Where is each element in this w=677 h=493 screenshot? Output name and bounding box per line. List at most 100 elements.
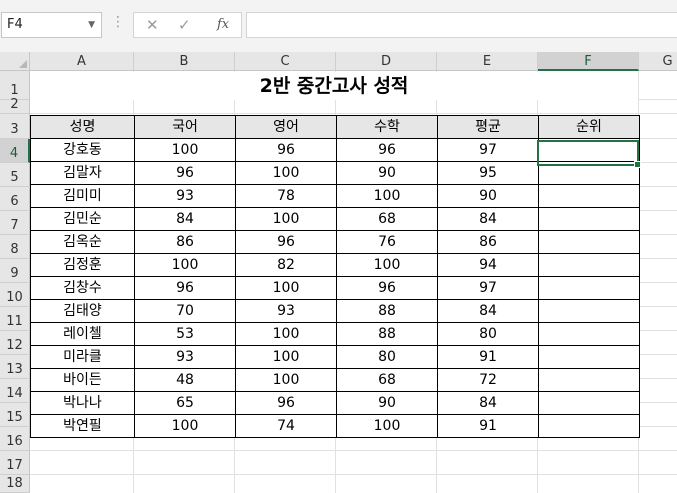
column-header-c[interactable]: C: [235, 52, 336, 71]
table-cell[interactable]: 84: [437, 299, 539, 323]
fx-icon[interactable]: fx: [217, 17, 229, 32]
row-header-16[interactable]: 16: [0, 427, 30, 451]
table-cell[interactable]: [538, 138, 640, 162]
table-cell[interactable]: 86: [437, 230, 539, 254]
table-cell[interactable]: 76: [336, 230, 438, 254]
table-cell[interactable]: [538, 161, 640, 185]
header-cell[interactable]: 영어: [235, 115, 337, 139]
table-cell[interactable]: 김태양: [30, 299, 135, 323]
header-cell[interactable]: 순위: [538, 115, 640, 139]
table-cell[interactable]: 미라클: [30, 345, 135, 369]
select-all-corner[interactable]: [0, 52, 30, 71]
table-cell[interactable]: 김민순: [30, 207, 135, 231]
table-cell[interactable]: 93: [134, 345, 236, 369]
table-cell[interactable]: 80: [437, 322, 539, 346]
table-cell[interactable]: [538, 322, 640, 346]
table-cell[interactable]: 100: [235, 322, 337, 346]
table-cell[interactable]: 68: [336, 207, 438, 231]
header-cell[interactable]: 국어: [134, 115, 236, 139]
table-cell[interactable]: [538, 230, 640, 254]
table-cell[interactable]: 93: [134, 184, 236, 208]
table-cell[interactable]: 96: [336, 138, 438, 162]
table-cell[interactable]: 100: [134, 414, 236, 438]
table-cell[interactable]: 김미미: [30, 184, 135, 208]
table-cell[interactable]: 100: [235, 161, 337, 185]
table-cell[interactable]: 레이첼: [30, 322, 135, 346]
table-cell[interactable]: 74: [235, 414, 337, 438]
column-header-a[interactable]: A: [30, 52, 134, 71]
name-box[interactable]: F4 ▼: [1, 12, 102, 38]
table-cell[interactable]: 100: [336, 184, 438, 208]
table-cell[interactable]: 53: [134, 322, 236, 346]
table-cell[interactable]: 96: [134, 161, 236, 185]
table-cell[interactable]: 박나나: [30, 391, 135, 415]
row-header-13[interactable]: 13: [0, 355, 30, 379]
row-header-3[interactable]: 3: [0, 114, 30, 139]
table-cell[interactable]: 96: [134, 276, 236, 300]
table-cell[interactable]: 95: [437, 161, 539, 185]
close-icon[interactable]: ✕: [146, 16, 159, 34]
table-cell[interactable]: 100: [134, 253, 236, 277]
table-cell[interactable]: 100: [134, 138, 236, 162]
table-cell[interactable]: 88: [336, 322, 438, 346]
table-cell[interactable]: 90: [336, 161, 438, 185]
column-header-b[interactable]: B: [134, 52, 235, 71]
row-header-7[interactable]: 7: [0, 211, 30, 235]
formula-input[interactable]: [246, 12, 677, 38]
table-cell[interactable]: 86: [134, 230, 236, 254]
row-header-17[interactable]: 17: [0, 451, 30, 475]
table-cell[interactable]: 100: [235, 276, 337, 300]
table-cell[interactable]: 박연필: [30, 414, 135, 438]
check-icon[interactable]: ✓: [178, 16, 191, 34]
table-cell[interactable]: [538, 368, 640, 392]
table-cell[interactable]: 91: [437, 345, 539, 369]
table-cell[interactable]: 94: [437, 253, 539, 277]
table-cell[interactable]: 90: [336, 391, 438, 415]
table-cell[interactable]: [538, 299, 640, 323]
row-header-4[interactable]: 4: [0, 139, 30, 163]
more-options-icon[interactable]: ⋮: [111, 14, 125, 30]
table-cell[interactable]: 70: [134, 299, 236, 323]
table-cell[interactable]: 88: [336, 299, 438, 323]
table-cell[interactable]: [538, 276, 640, 300]
table-cell[interactable]: 100: [336, 414, 438, 438]
table-cell[interactable]: 68: [336, 368, 438, 392]
row-header-8[interactable]: 8: [0, 235, 30, 259]
chevron-down-icon[interactable]: ▼: [88, 13, 95, 37]
table-cell[interactable]: 78: [235, 184, 337, 208]
table-cell[interactable]: 김말자: [30, 161, 135, 185]
table-cell[interactable]: 바이든: [30, 368, 135, 392]
table-cell[interactable]: [538, 184, 640, 208]
table-cell[interactable]: 김정훈: [30, 253, 135, 277]
table-cell[interactable]: 93: [235, 299, 337, 323]
table-cell[interactable]: 80: [336, 345, 438, 369]
sheet-title[interactable]: 2반 중간고사 성적: [30, 72, 638, 100]
row-header-10[interactable]: 10: [0, 283, 30, 307]
table-cell[interactable]: 100: [235, 345, 337, 369]
row-header-14[interactable]: 14: [0, 379, 30, 403]
row-header-15[interactable]: 15: [0, 403, 30, 427]
row-header-6[interactable]: 6: [0, 187, 30, 211]
row-header-1[interactable]: 1: [0, 71, 30, 100]
table-cell[interactable]: 97: [437, 276, 539, 300]
table-cell[interactable]: 96: [336, 276, 438, 300]
table-cell[interactable]: [538, 253, 640, 277]
table-cell[interactable]: [538, 207, 640, 231]
column-header-g[interactable]: G: [639, 52, 677, 71]
column-header-e[interactable]: E: [437, 52, 538, 71]
table-cell[interactable]: 100: [235, 368, 337, 392]
column-header-f[interactable]: F: [538, 52, 639, 71]
table-cell[interactable]: [538, 414, 640, 438]
column-header-d[interactable]: D: [336, 52, 437, 71]
table-cell[interactable]: 65: [134, 391, 236, 415]
table-cell[interactable]: 48: [134, 368, 236, 392]
table-cell[interactable]: 90: [437, 184, 539, 208]
table-cell[interactable]: 100: [235, 207, 337, 231]
row-header-18[interactable]: 18: [0, 475, 30, 493]
table-cell[interactable]: 96: [235, 230, 337, 254]
table-cell[interactable]: [538, 391, 640, 415]
table-cell[interactable]: 84: [134, 207, 236, 231]
row-header-12[interactable]: 12: [0, 331, 30, 355]
table-cell[interactable]: 84: [437, 207, 539, 231]
header-cell[interactable]: 성명: [30, 115, 135, 139]
